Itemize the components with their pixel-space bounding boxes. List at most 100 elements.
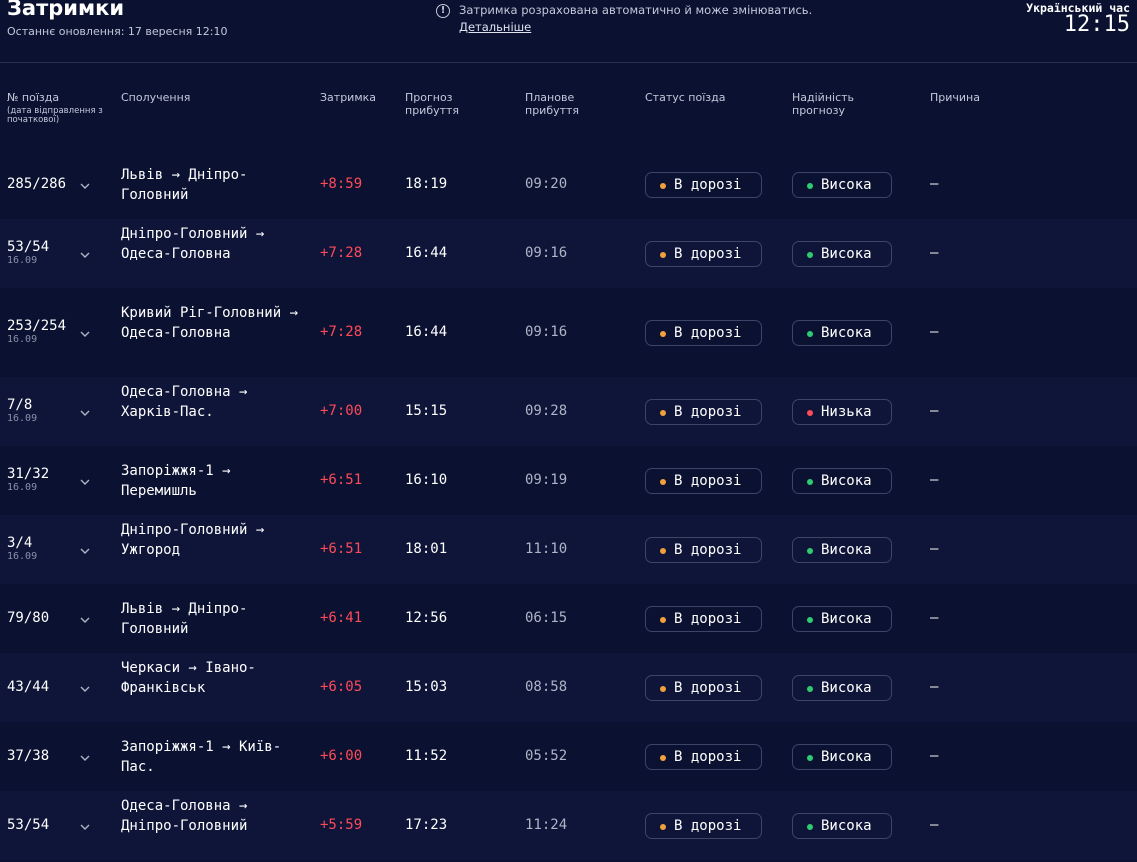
chevron-down-icon[interactable] [80,615,90,625]
table-row[interactable]: 285/286 Львів → Дніпро-Головний +8:59 18:19… [0,150,1137,219]
col-header-forecast: Прогноз прибуття [405,91,460,117]
delay-value: +6:05 [320,678,363,695]
delay-value: +6:41 [320,609,363,626]
col-header-route: Сполучення [121,91,191,104]
forecast-arrival: 18:19 [405,175,448,192]
status-text: В дорозі [674,472,742,489]
clock-time: 12:15 [1063,12,1130,37]
reliability-dot-icon [807,409,813,416]
chevron-down-icon[interactable] [80,753,90,763]
chevron-down-icon[interactable] [80,408,90,418]
status-text: В дорозі [674,403,742,420]
status-dot-icon [660,616,666,623]
train-number: 253/254 [7,317,67,334]
delay-value: +6:51 [320,471,363,488]
train-number: 53/54 [7,238,50,255]
reliability-dot-icon [807,330,813,337]
reliability-text: Висока [821,748,872,765]
route-text: Запоріжжя-1 → Київ-Пас. [121,738,282,775]
delay-value: +5:59 [320,816,363,833]
table-row[interactable]: 3/4 16.09 Дніпро-Головний → Ужгород +6:51 18… [0,515,1137,584]
reliability-badge: Висока [792,674,892,701]
departure-date: 16.09 [7,481,38,493]
planned-arrival: 09:20 [525,175,568,192]
table-row[interactable]: 253/254 16.09 Кривий Ріг-Головний → Одеса-… [0,288,1137,377]
status-dot-icon [660,823,666,830]
chevron-down-icon[interactable] [80,822,90,832]
table-row[interactable]: 53/54 Одеса-Головна → Дніпро-Головний +5:5… [0,791,1137,860]
status-badge: В дорозі [645,467,762,494]
train-number: 7/8 [7,396,33,413]
reason-text: — [930,747,939,764]
table-row[interactable]: 7/8 16.09 Одеса-Головна → Харків-Пас. +7:00… [0,377,1137,446]
table-row[interactable]: 31/32 16.09 Запоріжжя-1 → Перемишль +6:51 16… [0,446,1137,515]
status-dot-icon [660,251,666,258]
status-text: В дорозі [674,245,742,262]
status-badge: В дорозі [645,536,762,563]
chevron-down-icon[interactable] [80,546,90,556]
reliability-dot-icon [807,754,813,761]
table-row[interactable]: 37/38 Запоріжжя-1 → Київ-Пас. +6:00 11:52 05… [0,722,1137,791]
table-row[interactable]: 43/44 Черкаси → Івано-Франківськ +6:05 15:0… [0,653,1137,722]
reliability-badge: Висока [792,812,892,839]
page-title: Затримки [7,0,125,20]
reliability-text: Висока [821,541,872,558]
planned-arrival: 09:28 [525,402,568,419]
reason-text: — [930,609,939,626]
status-text: В дорозі [674,679,742,696]
route-text: Львів → Дніпро-Головний [121,600,248,637]
reliability-text: Висока [821,176,872,193]
col-header-reliability: Надійність прогнозу [792,91,855,117]
reliability-dot-icon [807,478,813,485]
route-text: Черкаси → Івано-Франківськ [121,659,256,696]
status-dot-icon [660,754,666,761]
status-text: В дорозі [674,817,742,834]
table-row[interactable]: 53/54 16.09 Дніпро-Головний → Одеса-Головн… [0,219,1137,288]
chevron-down-icon[interactable] [80,329,90,339]
reliability-dot-icon [807,182,813,189]
planned-arrival: 11:24 [525,816,568,833]
forecast-arrival: 16:10 [405,471,448,488]
chevron-down-icon[interactable] [80,250,90,260]
status-badge: В дорозі [645,240,762,267]
reason-text: — [930,323,939,340]
reliability-badge: Висока [792,467,892,494]
status-text: В дорозі [674,541,742,558]
chevron-down-icon[interactable] [80,477,90,487]
planned-arrival: 08:58 [525,678,568,695]
col-header-train-sub: (дата відправлення з початкової) [7,106,103,125]
chevron-down-icon[interactable] [80,684,90,694]
planned-arrival: 09:16 [525,244,568,261]
reliability-text: Низька [821,403,872,420]
reliability-text: Висока [821,324,872,341]
page-header: Затримки Останнє оновлення: 17 вересня 1… [0,0,1137,63]
reason-text: — [930,175,939,192]
last-update-text: Останнє оновлення: 17 вересня 12:10 [7,25,228,38]
reliability-text: Висока [821,472,872,489]
reliability-text: Висока [821,679,872,696]
table-row[interactable]: 79/80 Львів → Дніпро-Головний +6:41 12:56 06… [0,584,1137,653]
status-badge: В дорозі [645,319,762,346]
col-header-train: № поїзда (дата відправлення з початкової… [7,91,107,125]
reliability-text: Висока [821,245,872,262]
details-link[interactable]: Детальніше [459,20,531,34]
reliability-badge: Висока [792,605,892,632]
chevron-down-icon[interactable] [80,181,90,191]
train-number: 285/286 [7,175,67,192]
status-text: В дорозі [674,748,742,765]
forecast-arrival: 12:56 [405,609,448,626]
departure-date: 16.09 [7,412,38,424]
status-dot-icon [660,330,666,337]
reason-text: — [930,244,939,261]
planned-arrival: 09:19 [525,471,568,488]
col-header-planned: Планове прибуття [525,91,580,117]
delay-value: +6:00 [320,747,363,764]
reliability-dot-icon [807,616,813,623]
route-text: Запоріжжя-1 → Перемишль [121,462,231,499]
reliability-dot-icon [807,547,813,554]
info-icon: ! [436,4,450,18]
reason-text: — [930,471,939,488]
planned-arrival: 05:52 [525,747,568,764]
status-dot-icon [660,685,666,692]
reliability-text: Висока [821,610,872,627]
